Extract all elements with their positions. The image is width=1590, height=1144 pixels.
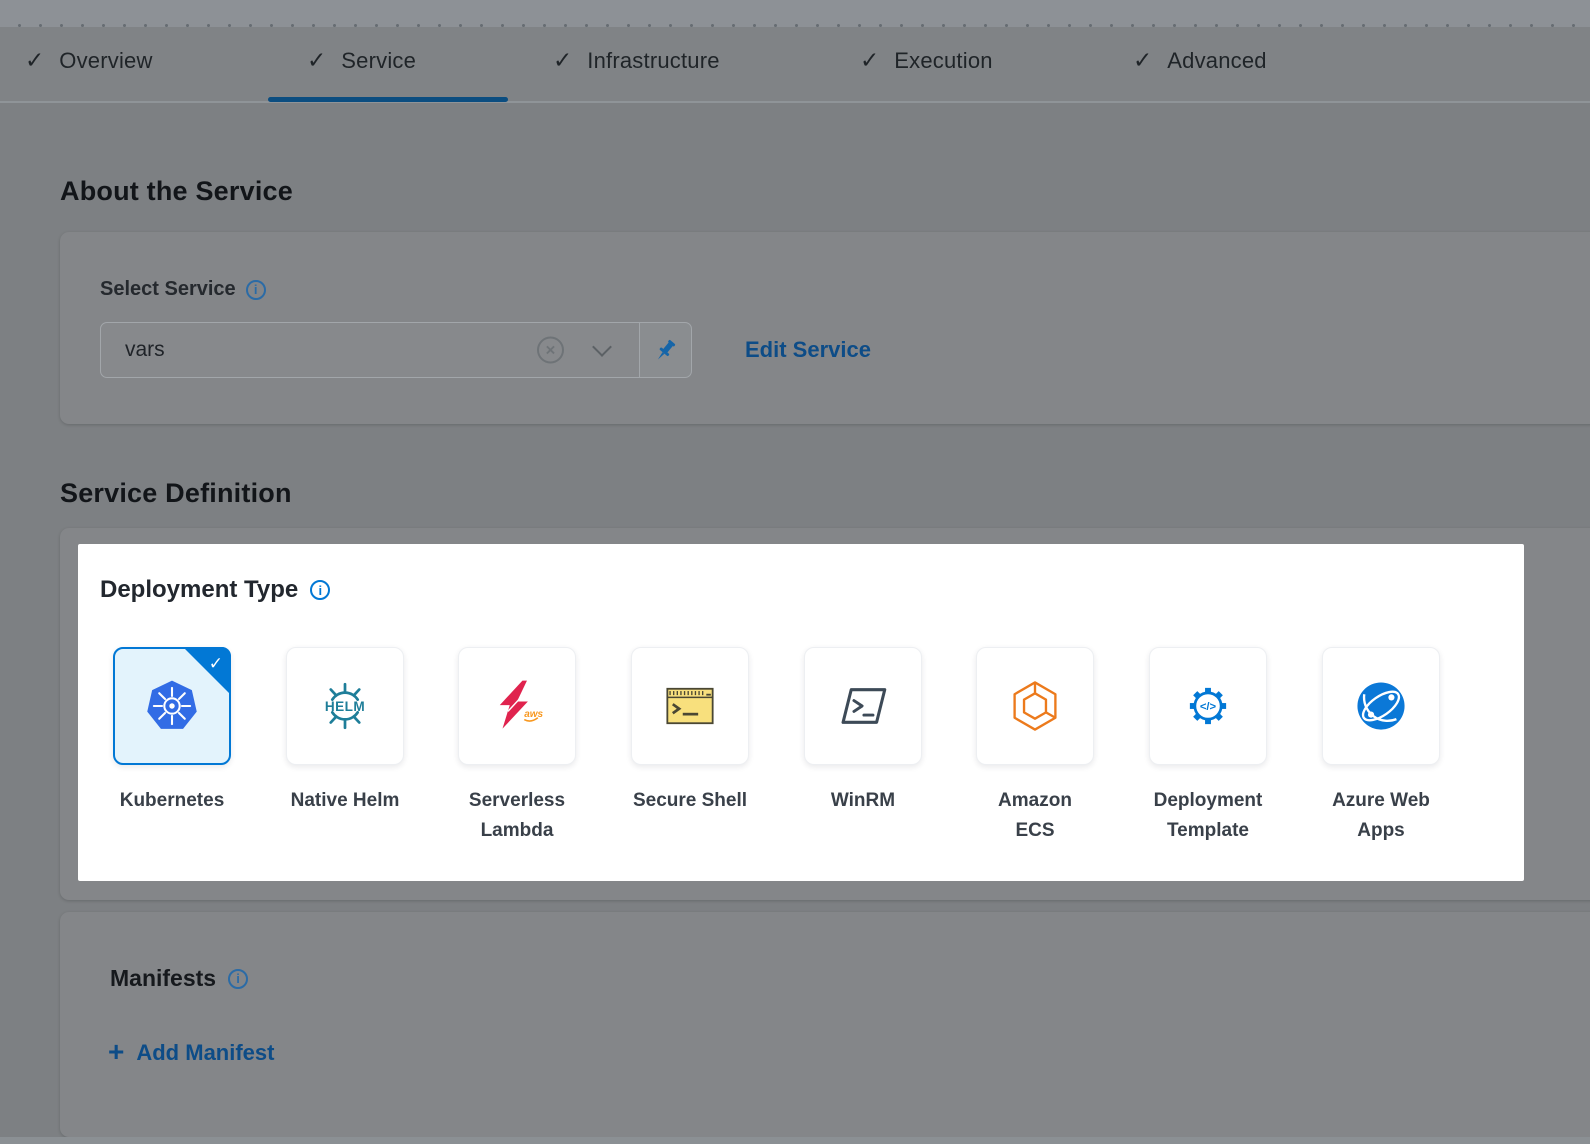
clear-icon[interactable]: × [537, 337, 564, 364]
deployment-type-serverless-lambda[interactable]: aws [458, 647, 576, 765]
tab-label: Infrastructure [587, 48, 719, 74]
manifests-heading: Manifests [110, 965, 216, 992]
deployment-type-deployment-template[interactable]: </> [1149, 647, 1267, 765]
service-definition-heading: Service Definition [60, 478, 292, 509]
plus-icon: + [108, 1038, 124, 1066]
active-tab-underline [268, 97, 508, 102]
select-service-input-group: × [100, 322, 692, 378]
deployment-type-kubernetes[interactable]: ✓ [113, 647, 231, 765]
tile-label-secure-shell: Secure Shell [600, 786, 780, 816]
bottom-edge-strip [0, 1137, 1590, 1144]
pipeline-canvas-dots [0, 0, 1590, 27]
deployment-type-spotlight: Deployment Type i ✓ [78, 544, 1524, 881]
tile-label-serverless-lambda: Serverless Lambda [427, 786, 607, 846]
tile-label-winrm: WinRM [773, 786, 953, 816]
selected-check-icon: ✓ [209, 654, 223, 674]
check-icon: ✓ [1133, 50, 1152, 73]
deployment-type-native-helm[interactable]: HELM [286, 647, 404, 765]
deployment-type-label: Deployment Type [100, 576, 298, 604]
about-service-heading: About the Service [60, 176, 293, 207]
tab-overview[interactable]: ✓ Overview [25, 48, 153, 74]
add-manifest-label: Add Manifest [136, 1040, 274, 1066]
wizard-tab-bar: ✓ Overview ✓ Service ✓ Infrastructure ✓ … [0, 27, 1590, 103]
info-icon[interactable]: i [310, 580, 330, 600]
tile-label-deployment-template: Deployment Template [1118, 786, 1298, 846]
tab-label: Overview [59, 48, 152, 74]
tile-label-kubernetes: Kubernetes [82, 786, 262, 816]
select-service-label-row: Select Service i [100, 278, 266, 301]
select-service-label: Select Service [100, 278, 236, 301]
serverless-lambda-icon: aws [488, 677, 546, 735]
check-icon: ✓ [307, 50, 326, 73]
secure-shell-icon [661, 677, 719, 735]
tile-label-azure-web-apps: Azure Web Apps [1291, 786, 1471, 846]
manifests-card [60, 912, 1590, 1137]
winrm-icon [834, 677, 892, 735]
tab-execution[interactable]: ✓ Execution [860, 48, 993, 74]
tile-label-native-helm: Native Helm [255, 786, 435, 816]
tab-advanced[interactable]: ✓ Advanced [1133, 48, 1267, 74]
add-manifest-button[interactable]: + Add Manifest [108, 1040, 274, 1066]
manifests-heading-row: Manifests i [110, 965, 248, 992]
service-select-field[interactable]: × [100, 322, 640, 378]
tab-service[interactable]: ✓ Service [307, 48, 416, 74]
tab-label: Advanced [1167, 48, 1266, 74]
tile-label-amazon-ecs: Amazon ECS [945, 786, 1125, 846]
deployment-template-icon: </> [1179, 677, 1237, 735]
service-config-screen: ✓ Overview ✓ Service ✓ Infrastructure ✓ … [0, 0, 1590, 1144]
helm-icon: HELM [316, 677, 374, 735]
check-icon: ✓ [860, 50, 879, 73]
pin-service-button[interactable] [640, 322, 692, 378]
deployment-type-amazon-ecs[interactable] [976, 647, 1094, 765]
deployment-type-azure-web-apps[interactable] [1322, 647, 1440, 765]
tab-label: Execution [894, 48, 992, 74]
tab-label: Service [341, 48, 416, 74]
edit-service-link[interactable]: Edit Service [745, 337, 871, 363]
amazon-ecs-icon [1006, 677, 1064, 735]
deployment-type-winrm[interactable] [804, 647, 922, 765]
tab-infrastructure[interactable]: ✓ Infrastructure [553, 48, 720, 74]
check-icon: ✓ [553, 50, 572, 73]
svg-text:HELM: HELM [325, 699, 365, 714]
azure-web-apps-icon [1352, 677, 1410, 735]
check-icon: ✓ [25, 50, 44, 73]
deployment-type-secure-shell[interactable] [631, 647, 749, 765]
info-icon[interactable]: i [228, 969, 248, 989]
svg-text:</>: </> [1200, 701, 1217, 713]
selected-corner [183, 647, 231, 695]
pushpin-icon [652, 337, 679, 364]
deployment-type-heading-row: Deployment Type i [100, 576, 330, 604]
info-icon[interactable]: i [246, 280, 266, 300]
svg-text:aws: aws [524, 709, 543, 720]
